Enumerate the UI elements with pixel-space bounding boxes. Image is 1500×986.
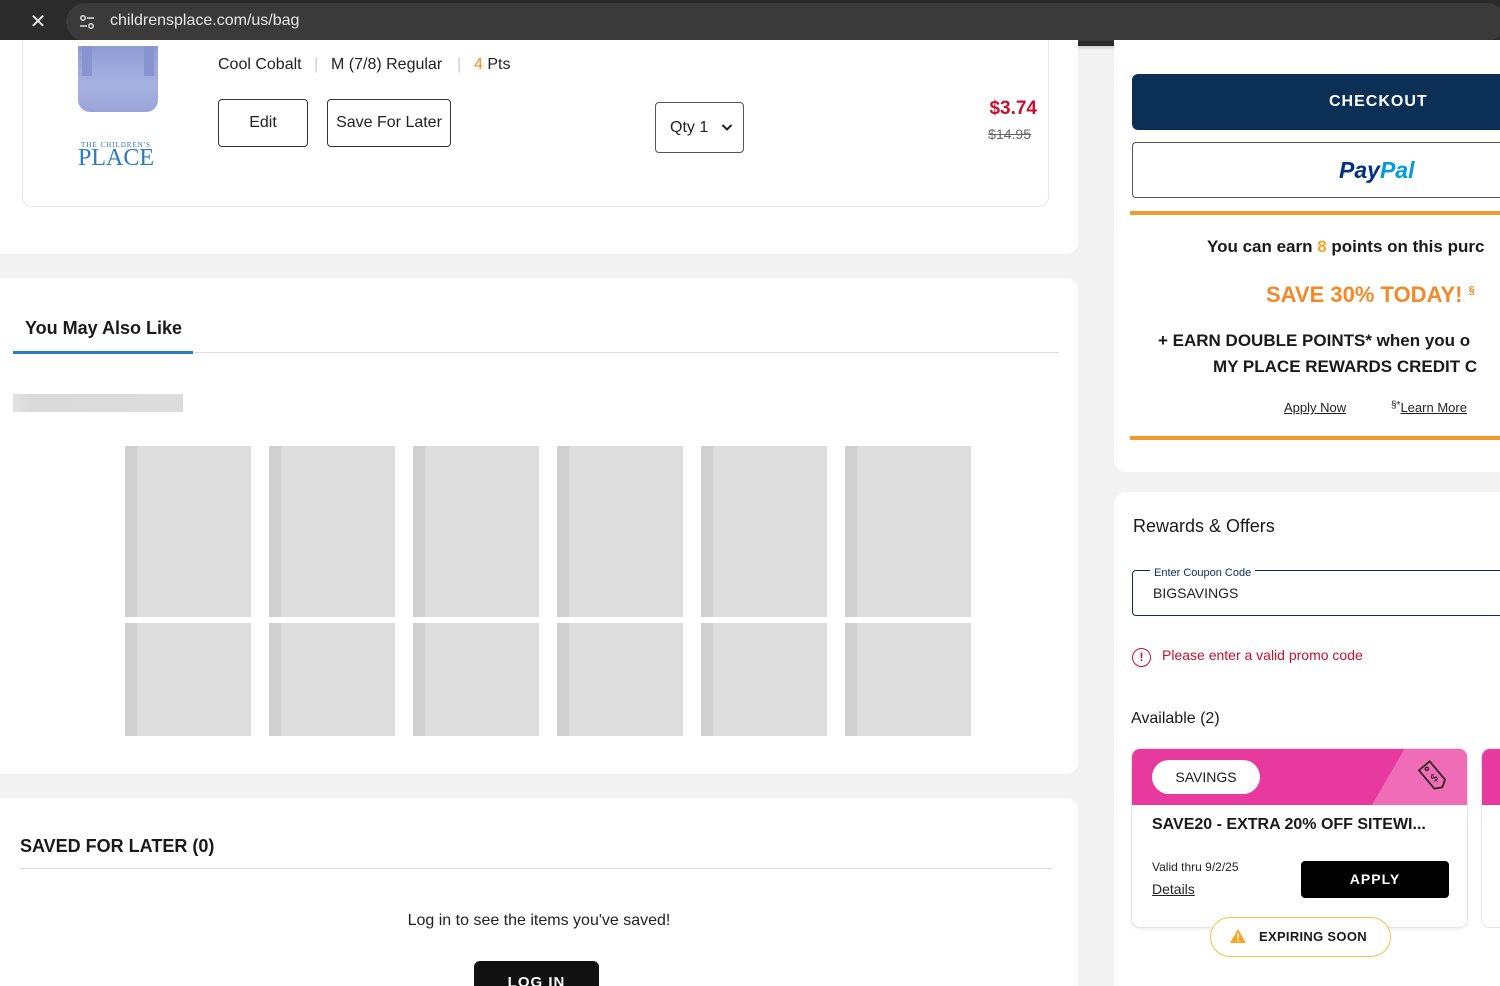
attr-divider: | — [457, 56, 462, 73]
apply-offer-button[interactable]: APPLY — [1301, 861, 1449, 898]
earn-prefix: You can earn — [1207, 237, 1318, 256]
saved-for-later-title: SAVED FOR LATER (0) — [20, 836, 215, 856]
saved-for-later-message: Log in to see the items you've saved! — [407, 912, 671, 929]
offer-card-next[interactable] — [1482, 749, 1500, 927]
double-points-line1: + EARN DOUBLE POINTS* when you o — [1158, 331, 1471, 350]
loading-placeholder-tile — [125, 623, 251, 736]
loading-placeholder-tile — [413, 446, 539, 617]
saved-for-later-panel — [0, 798, 1078, 986]
item-size: M (7/8) Regular — [331, 56, 443, 73]
quantity-value: Qty 1 — [670, 119, 709, 136]
available-offers-count: Available (2) — [1131, 710, 1220, 727]
product-image[interactable] — [78, 46, 158, 112]
earn-points-text: You can earn 8 points on this purc — [1207, 237, 1484, 257]
savings-badge: SAVINGS — [1152, 760, 1260, 794]
paypal-button[interactable]: PayPal — [1132, 142, 1500, 198]
promo-bottom-border — [1130, 436, 1500, 440]
loading-placeholder-bar — [13, 394, 183, 412]
loading-placeholder-tile — [845, 446, 971, 617]
paypal-logo-pay: Pay — [1339, 157, 1380, 183]
coupon-error-message: Please enter a valid promo code — [1162, 647, 1363, 663]
loading-placeholder-tile — [413, 623, 539, 736]
edit-button[interactable]: Edit — [218, 99, 308, 147]
offer-valid-date: Valid thru 9/2/25 — [1152, 860, 1239, 874]
offer-card-next-header — [1482, 749, 1500, 805]
save-today-banner: SAVE 30% TODAY! § — [1266, 282, 1475, 308]
paypal-logo-pal: Pal — [1379, 157, 1415, 183]
tab-divider — [193, 352, 1059, 353]
price-tag-icon: $ — [1417, 760, 1446, 790]
section-divider — [20, 868, 1052, 869]
offer-details-link[interactable]: Details — [1152, 881, 1195, 897]
save-today-footnote: § — [1468, 284, 1475, 297]
login-button[interactable]: LOG IN — [474, 961, 599, 986]
loading-placeholder-tile — [557, 623, 683, 736]
loading-placeholder-tile — [701, 446, 827, 617]
item-points-label: Pts — [487, 56, 511, 73]
loading-placeholder-tile — [701, 623, 827, 736]
loading-placeholder-tile — [125, 446, 251, 617]
warning-icon — [1230, 929, 1246, 943]
loading-placeholder-tile — [269, 623, 395, 736]
offer-title: SAVE20 - EXTRA 20% OFF SITEWI... — [1152, 816, 1426, 833]
item-points: 4 Pts — [474, 56, 510, 74]
rewards-title: Rewards & Offers — [1133, 516, 1275, 536]
promo-top-border — [1130, 211, 1500, 215]
learn-more-link[interactable]: Learn More — [1400, 400, 1466, 415]
earn-suffix: points on this purc — [1326, 237, 1485, 256]
checkout-button[interactable]: CHECKOUT — [1132, 74, 1500, 130]
tab-active-indicator — [13, 351, 193, 354]
tab-you-may-also-like[interactable]: You May Also Like — [25, 318, 182, 339]
save-today-text: SAVE 30% TODAY! — [1266, 282, 1463, 307]
attr-divider: | — [314, 56, 319, 73]
double-points-line2: MY PLACE REWARDS CREDIT C — [1213, 357, 1478, 376]
offer-card: SAVINGS $ SAVE20 - EXTRA 20% OFF SITEWI.… — [1132, 749, 1467, 927]
item-color: Cool Cobalt — [218, 56, 302, 73]
error-icon: ! — [1132, 648, 1151, 667]
loading-placeholder-tile — [845, 623, 971, 736]
close-icon[interactable]: ✕ — [28, 11, 48, 31]
original-price: $14.95 — [988, 126, 1031, 142]
coupon-code-value[interactable]: BIGSAVINGS — [1153, 585, 1238, 601]
site-settings-icon[interactable] — [78, 13, 96, 31]
sale-price: $3.74 — [989, 98, 1037, 119]
earn-points-value: 8 — [1317, 237, 1327, 256]
brand-logo: PLACE — [78, 145, 155, 171]
cart-item-card — [22, 40, 1049, 207]
apply-now-link[interactable]: Apply Now — [1284, 400, 1346, 415]
save-for-later-button[interactable]: Save For Later — [327, 99, 451, 147]
item-points-value: 4 — [474, 56, 483, 73]
loading-placeholder-tile — [557, 446, 683, 617]
loading-placeholder-tile — [269, 446, 395, 617]
quantity-select[interactable]: Qty 1 — [655, 102, 744, 153]
offer-card-header: SAVINGS $ — [1132, 749, 1467, 805]
learn-more-group: §*Learn More — [1391, 400, 1467, 415]
chevron-down-icon — [721, 103, 733, 173]
coupon-code-label: Enter Coupon Code — [1150, 567, 1256, 579]
url-text[interactable]: childrensplace.com/us/bag — [110, 12, 299, 30]
